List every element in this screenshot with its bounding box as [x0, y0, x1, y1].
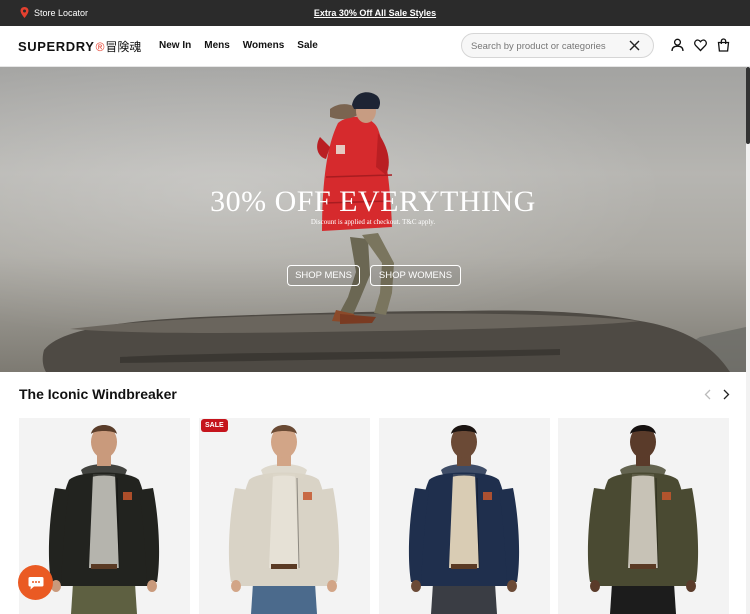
nav-womens[interactable]: Womens — [243, 40, 285, 51]
chevron-right-icon[interactable] — [722, 389, 730, 400]
header-actions — [671, 38, 730, 52]
chevron-left-icon[interactable] — [704, 389, 712, 400]
carousel-controls — [704, 389, 730, 400]
shop-womens-button[interactable]: SHOP WOMENS — [370, 265, 461, 286]
product-image — [228, 425, 340, 614]
product-image — [587, 425, 699, 614]
promo-bar: Store Locator Extra 30% Off All Sale Sty… — [0, 0, 750, 26]
heart-icon[interactable] — [694, 38, 707, 52]
page-scrollbar[interactable] — [746, 67, 750, 614]
site-header: SUPERDRY ® 冒険魂 New In Mens Womens Sale — [0, 26, 750, 67]
product-card[interactable] — [558, 418, 729, 614]
superdry-logo[interactable]: SUPERDRY ® 冒険魂 — [18, 38, 141, 55]
product-card[interactable]: SALE — [199, 418, 370, 614]
hero-headline: 30% OFF EVERYTHING — [210, 185, 536, 218]
sale-badge: SALE — [201, 419, 228, 432]
chat-icon — [28, 576, 43, 589]
hero-subline: Discount is applied at checkout. T&C app… — [310, 218, 436, 226]
promo-link[interactable]: Extra 30% Off All Sale Styles — [0, 8, 750, 18]
product-card[interactable] — [379, 418, 550, 614]
logo-wordmark: SUPERDRY — [18, 39, 95, 54]
main-nav: New In Mens Womens Sale — [159, 40, 318, 51]
logo-registered-mark: ® — [95, 39, 105, 54]
close-icon[interactable] — [629, 40, 640, 51]
section-title: The Iconic Windbreaker — [19, 386, 177, 402]
search-input[interactable] — [471, 39, 626, 53]
nav-new-in[interactable]: New In — [159, 40, 191, 51]
nav-mens[interactable]: Mens — [204, 40, 230, 51]
product-image — [408, 425, 520, 614]
scrollbar-thumb[interactable] — [746, 67, 750, 144]
bag-icon[interactable] — [717, 38, 730, 52]
user-icon[interactable] — [671, 38, 684, 52]
shop-mens-button[interactable]: SHOP MENS — [287, 265, 360, 286]
hero-banner[interactable]: 30% OFF EVERYTHING Discount is applied a… — [0, 67, 746, 372]
logo-kanji: 冒険魂 — [105, 40, 142, 54]
nav-sale[interactable]: Sale — [297, 40, 318, 51]
search-box — [461, 33, 654, 58]
chat-button[interactable] — [18, 565, 53, 600]
